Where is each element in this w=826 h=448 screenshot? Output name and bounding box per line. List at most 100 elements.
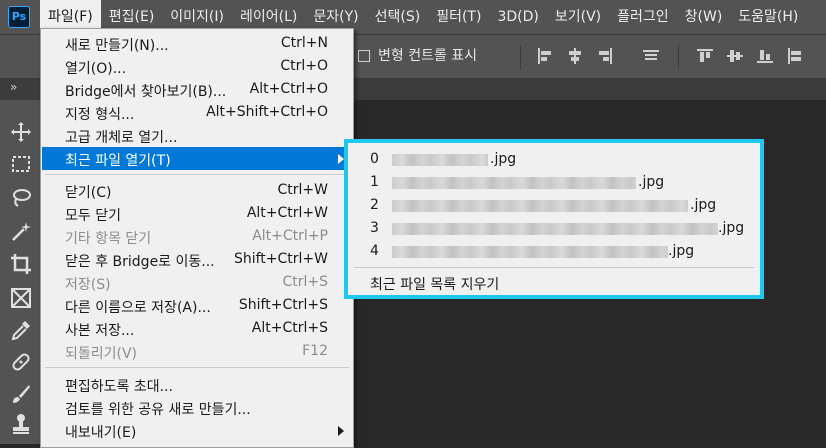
menu-item-close-others: 기타 항목 닫기 Alt+Ctrl+P [42, 225, 352, 248]
clone-stamp-tool-icon[interactable] [9, 412, 33, 436]
menu-item-browse-in-bridge[interactable]: Bridge에서 찾아보기(B)... Alt+Ctrl+O [42, 78, 352, 101]
move-tool-icon[interactable] [9, 120, 33, 144]
menu-item-label: 내보내기(E) [65, 425, 137, 441]
menu-item-label: 고급 개체로 열기... [65, 130, 178, 146]
recent-file-index: 2 [370, 197, 379, 213]
recent-file-index: 4 [370, 243, 379, 259]
menu-item-revert: 되돌리기(V) F12 [42, 340, 352, 363]
menu-item-label: Bridge에서 찾아보기(B)... [65, 84, 227, 100]
menu-item-label: 지정 형식... [65, 107, 135, 123]
distribute-bottom-icon[interactable] [756, 47, 774, 65]
recent-file-item[interactable]: 0 .jpg [348, 148, 760, 171]
redacted-filename [392, 246, 668, 258]
menu-item-shortcut: Ctrl+W [277, 182, 328, 198]
menu-item-label: 편집하도록 초대... [65, 379, 173, 395]
options-divider [520, 45, 521, 69]
menu-item-label: 닫기(C) [65, 185, 112, 201]
menu-item-label: 기타 항목 닫기 [65, 231, 152, 247]
menu-item-shortcut: Shift+Ctrl+S [238, 297, 328, 313]
clear-recent-files-label: 최근 파일 목록 지우기 [370, 277, 500, 293]
frame-tool-icon[interactable] [9, 286, 33, 310]
menu-item-close[interactable]: 닫기(C) Ctrl+W [42, 179, 352, 202]
menu-item-open-as-smart-object[interactable]: 고급 개체로 열기... [42, 124, 352, 147]
menu-item-share-for-review[interactable]: 검토를 위한 공유 새로 만들기... [42, 396, 352, 419]
menu-item-open[interactable]: 열기(O)... Ctrl+O [42, 55, 352, 78]
menu-item-export[interactable]: 내보내기(E) [42, 419, 352, 442]
menu-item-save-a-copy[interactable]: 사본 저장... Alt+Ctrl+S [42, 317, 352, 340]
menu-item-label: 닫은 후 Bridge로 이동... [65, 254, 215, 270]
menu-item-save: 저장(S) Ctrl+S [42, 271, 352, 294]
crop-tool-icon[interactable] [9, 252, 33, 276]
redacted-filename [392, 223, 718, 235]
menu-item-label: 열기(O)... [65, 61, 127, 77]
menu-item-shortcut: Shift+Ctrl+W [233, 251, 328, 267]
menu-help[interactable]: 도움말(H) [730, 0, 806, 34]
menu-view[interactable]: 보기(V) [547, 0, 609, 34]
menu-item-open-as[interactable]: 지정 형식... Alt+Shift+Ctrl+O [42, 101, 352, 124]
align-top-edges-icon[interactable] [642, 47, 660, 65]
transform-controls-label: 변형 컨트롤 표시 [378, 48, 478, 64]
recent-file-item[interactable]: 2 .jpg [348, 194, 760, 217]
tools-panel [0, 100, 43, 444]
redacted-filename [392, 177, 636, 189]
redacted-filename [392, 200, 688, 212]
menu-filter[interactable]: 필터(T) [428, 0, 489, 34]
menu-item-save-as[interactable]: 다른 이름으로 저장(A)... Shift+Ctrl+S [42, 294, 352, 317]
distribute-left-icon[interactable] [786, 47, 804, 65]
file-menu-dropdown: 새로 만들기(N)... Ctrl+N 열기(O)... Ctrl+O Brid… [40, 28, 354, 448]
menu-item-close-and-go-to-bridge[interactable]: 닫은 후 Bridge로 이동... Shift+Ctrl+W [42, 248, 352, 271]
menu-item-invite-to-edit[interactable]: 편집하도록 초대... [42, 373, 352, 396]
options-divider [678, 45, 679, 69]
clear-recent-files-button[interactable]: 최근 파일 목록 지우기 [348, 271, 760, 294]
redacted-filename [392, 154, 488, 166]
recent-file-item[interactable]: 1 .jpg [348, 171, 760, 194]
recent-file-index: 0 [370, 151, 379, 167]
menu-item-label: 사본 저장... [65, 323, 135, 339]
menu-item-close-all[interactable]: 모두 닫기 Alt+Ctrl+W [42, 202, 352, 225]
align-horizontal-centers-icon[interactable] [566, 47, 584, 65]
menu-item-label: 저장(S) [65, 277, 111, 293]
magic-wand-tool-icon[interactable] [9, 220, 33, 244]
marquee-tool-icon[interactable] [9, 152, 33, 176]
menu-item-shortcut: Alt+Ctrl+W [246, 205, 328, 221]
distribute-top-icon[interactable] [696, 47, 714, 65]
recent-file-index: 1 [370, 174, 379, 190]
menu-item-shortcut: F12 [302, 343, 328, 359]
menu-select[interactable]: 선택(S) [367, 0, 429, 34]
menu-item-shortcut: Alt+Shift+Ctrl+O [206, 104, 328, 120]
photoshop-logo-icon[interactable]: Ps [8, 6, 30, 28]
recent-files-submenu: 0 .jpg 1 .jpg 2 .jpg 3 .jpg 4 .jpg 최근 파일… [344, 139, 764, 299]
recent-file-item[interactable]: 3 .jpg [348, 217, 760, 240]
menu-item-label: 되돌리기(V) [65, 346, 138, 362]
align-left-edges-icon[interactable] [536, 47, 554, 65]
align-right-edges-icon[interactable] [596, 47, 614, 65]
menu-item-shortcut: Alt+Ctrl+S [251, 320, 328, 336]
transform-controls-checkbox[interactable] [358, 50, 370, 62]
lasso-tool-icon[interactable] [9, 186, 33, 210]
menu-plugins[interactable]: 플러그인 [609, 0, 677, 34]
menu-window[interactable]: 창(W) [677, 0, 731, 34]
menu-item-label: 최근 파일 열기(T) [65, 153, 171, 169]
menu-item-shortcut: Alt+Ctrl+O [249, 81, 328, 97]
recent-file-extension: .jpg [668, 243, 695, 259]
recent-file-extension: .jpg [718, 220, 745, 236]
menu-item-open-recent[interactable]: 최근 파일 열기(T) [42, 147, 352, 170]
menu-item-shortcut: Ctrl+O [280, 58, 328, 74]
menu-item-label: 새로 만들기(N)... [65, 38, 169, 54]
recent-file-extension: .jpg [490, 151, 517, 167]
menu-item-label: 모두 닫기 [65, 208, 121, 224]
collapse-panels-icon[interactable]: » [10, 80, 17, 94]
eyedropper-tool-icon[interactable] [9, 318, 33, 342]
menu-separator [45, 367, 349, 368]
brush-tool-icon[interactable] [9, 382, 33, 406]
submenu-separator [354, 267, 754, 268]
menu-item-shortcut: Ctrl+S [282, 274, 328, 290]
distribute-vertical-centers-icon[interactable] [726, 47, 744, 65]
menu-item-shortcut: Ctrl+N [280, 35, 328, 51]
recent-file-index: 3 [370, 220, 379, 236]
menu-3d[interactable]: 3D(D) [489, 0, 546, 34]
menu-item-new[interactable]: 새로 만들기(N)... Ctrl+N [42, 32, 352, 55]
recent-file-item[interactable]: 4 .jpg [348, 240, 760, 263]
healing-brush-tool-icon[interactable] [9, 350, 33, 374]
menu-item-shortcut: Alt+Ctrl+P [252, 228, 328, 244]
